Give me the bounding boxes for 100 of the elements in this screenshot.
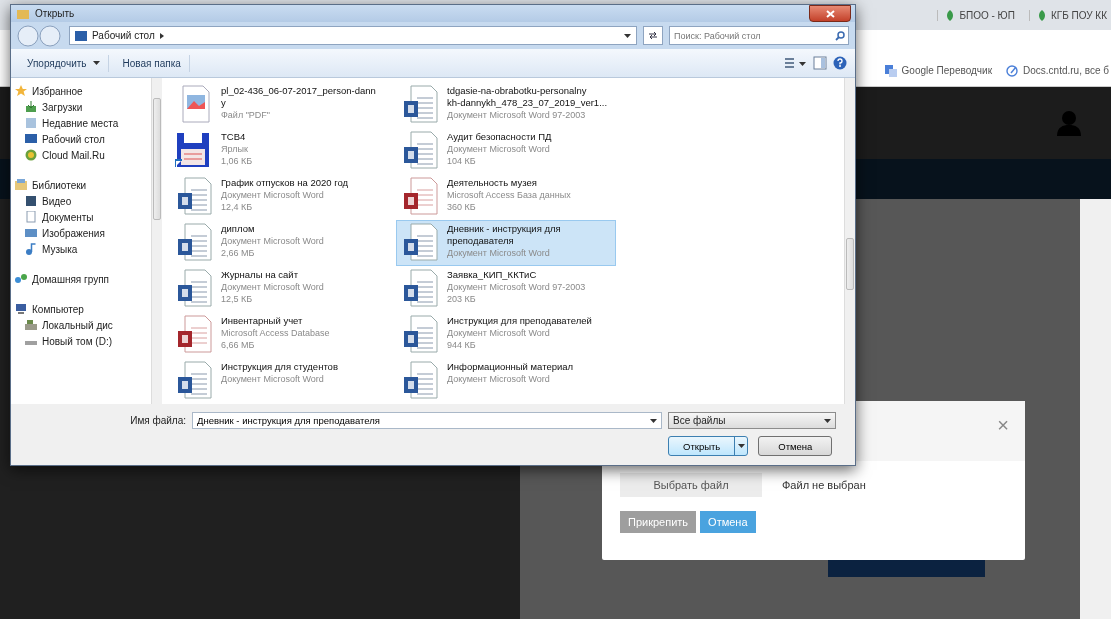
nav-item[interactable]: Документы (15, 210, 151, 224)
file-item[interactable]: TCB4 Ярлык 1,06 КБ (170, 128, 390, 174)
file-name-field[interactable]: Дневник - инструкция для преподавателя (192, 412, 662, 429)
file-name: Дневник - инструкция для преподавателя (447, 223, 561, 247)
browser-tab[interactable]: КГБ ПОУ КК (1028, 9, 1107, 21)
nav-item[interactable]: Домашняя групп (15, 272, 151, 286)
computer-icon (15, 303, 27, 315)
translate-icon (884, 64, 897, 77)
group-icon (15, 273, 27, 285)
nav-item[interactable]: Недавние места (15, 116, 151, 130)
nav-item[interactable]: Загрузки (15, 100, 151, 114)
file-type: Документ Microsoft Word (221, 235, 324, 247)
nav-item[interactable]: Изображения (15, 226, 151, 240)
choose-file-button[interactable]: Выбрать файл (620, 473, 762, 497)
file-type: Документ Microsoft Word (221, 373, 325, 385)
nav-item[interactable]: Cloud Mail.Ru (15, 148, 151, 162)
window-title: Открыть (35, 8, 75, 19)
file-item[interactable]: диплом Документ Microsoft Word 2,66 МБ (170, 220, 390, 266)
nav-item[interactable]: Избранное (15, 84, 151, 98)
word-document-icon (401, 85, 439, 123)
disk-icon (25, 319, 37, 331)
view-icon[interactable] (783, 56, 807, 70)
file-type-dropdown[interactable]: Все файлы (668, 412, 836, 429)
word-document-icon (401, 269, 439, 307)
word-document-icon (401, 223, 439, 261)
caret-icon (737, 444, 745, 448)
desktop-icon (75, 30, 87, 41)
file-size: 12,5 КБ (221, 293, 254, 305)
bookmark-link[interactable]: Docs.cntd.ru, все б (1006, 64, 1109, 77)
toolbar-button[interactable]: Новая папка (114, 54, 190, 72)
file-name: tdgasie-na-obrabotku-personalny kh-dannykh_478_23_07_2019_ver1... (447, 85, 608, 109)
file-size: 6,66 МБ (221, 339, 256, 351)
document-icon (25, 211, 37, 223)
file-item[interactable]: Дневник - инструкция для преподавателя Документ Microsoft Word (396, 220, 616, 266)
access-database-icon (401, 177, 439, 215)
access-database-icon (175, 315, 213, 353)
word-document-icon (175, 223, 213, 261)
file-size: 12,4 КБ (221, 201, 254, 213)
word-document-icon (175, 177, 213, 215)
close-button[interactable] (809, 5, 851, 22)
scrollbar-thumb[interactable] (153, 98, 161, 220)
search-field[interactable]: Поиск: Рабочий стол (669, 26, 849, 45)
file-item[interactable]: Инструкция для преподавателей Документ Microsoft Word 944 КБ (396, 312, 616, 358)
bookmark-link[interactable]: Google Переводчик (884, 64, 993, 77)
word-document-icon (175, 269, 213, 307)
file-name: Инструкция для студентов (221, 361, 338, 373)
file-item[interactable]: Заявка_КИП_ККТиС Документ Microsoft Word 97-2003 203 КБ (396, 266, 616, 312)
nav-item[interactable]: Видео (15, 194, 151, 208)
nav-item[interactable]: Музыка (15, 242, 151, 256)
file-name: pl_02-436_06-07-2017_person-dann y (221, 85, 376, 109)
file-type: Документ Microsoft Word (447, 373, 551, 385)
file-item[interactable]: График отпусков на 2020 год Документ Microsoft Word 12,4 КБ (170, 174, 390, 220)
file-name: Аудит безопасности ПД (447, 131, 552, 143)
cancel-button[interactable]: Отмена (758, 436, 833, 456)
scrollbar-thumb[interactable] (846, 238, 854, 290)
nav-item[interactable]: Локальный дис (15, 318, 151, 332)
field-label: Имя файла: (129, 415, 186, 426)
file-type: Документ Microsoft Word (447, 143, 551, 155)
toolbar-button[interactable]: Упорядочить (19, 54, 109, 72)
help-icon[interactable] (833, 56, 847, 70)
star-icon (15, 85, 27, 97)
nav-item[interactable]: Библиотеки (15, 178, 151, 192)
file-type: Документ Microsoft Word (221, 281, 324, 293)
file-item[interactable]: Журналы на сайт Документ Microsoft Word 12,5 КБ (170, 266, 390, 312)
nav-item[interactable]: Новый том (D:) (15, 334, 151, 348)
file-size: 203 КБ (447, 293, 477, 305)
caret-icon (650, 419, 657, 423)
word-document-icon (401, 315, 439, 353)
file-type: Документ Microsoft Word (447, 327, 551, 339)
browser-tab[interactable]: БПОО - ЮП (937, 9, 1015, 21)
word-document-icon (401, 361, 439, 399)
file-item[interactable]: Информационный материал Документ Microsoft Word (396, 358, 616, 404)
nav-item[interactable]: Компьютер (15, 302, 151, 316)
refresh-button[interactable] (643, 26, 663, 45)
preview-pane-icon[interactable] (813, 56, 827, 70)
file-type: Документ Microsoft Word 97-2003 (447, 281, 586, 293)
search-icon (835, 31, 845, 41)
file-name: Информационный материал (447, 361, 574, 373)
file-item[interactable]: Деятельность музея Microsoft Access База данных 360 КБ (396, 174, 616, 220)
file-type: Файл "PDF" (221, 109, 272, 121)
address-bar[interactable]: Рабочий стол (69, 26, 637, 45)
file-item[interactable]: Аудит безопасности ПД Документ Microsoft Word 104 КБ (396, 128, 616, 174)
open-button[interactable]: Открыть (668, 436, 749, 456)
cloud-icon (25, 149, 37, 161)
file-status: Файл не выбран (782, 479, 866, 491)
file-name: диплом (221, 223, 256, 235)
file-size: 1,06 КБ (221, 155, 253, 167)
caret-icon (624, 33, 631, 38)
close-icon (825, 9, 835, 18)
file-type: Документ Microsoft Word (447, 247, 551, 259)
refresh-icon (648, 31, 658, 40)
file-item[interactable]: tdgasie-na-obrabotku-personalny kh-dannykh_478_23_07_2019_ver1... Документ Microsoft Word 97-2003 (396, 82, 616, 128)
back-forward-icon[interactable] (17, 24, 63, 47)
file-type: Документ Microsoft Word 97-2003 (447, 109, 587, 121)
file-item[interactable]: pl_02-436_06-07-2017_person-dann y Файл "PDF" (170, 82, 390, 128)
file-name: Заявка_КИП_ККТиС (447, 269, 538, 281)
breadcrumb-item[interactable]: Рабочий стол (92, 30, 155, 41)
file-item[interactable]: Инвентарный учет Microsoft Access Database 6,66 МБ (170, 312, 390, 358)
nav-item[interactable]: Рабочий стол (15, 132, 151, 146)
file-item[interactable]: Инструкция для студентов Документ Microsoft Word (170, 358, 390, 404)
